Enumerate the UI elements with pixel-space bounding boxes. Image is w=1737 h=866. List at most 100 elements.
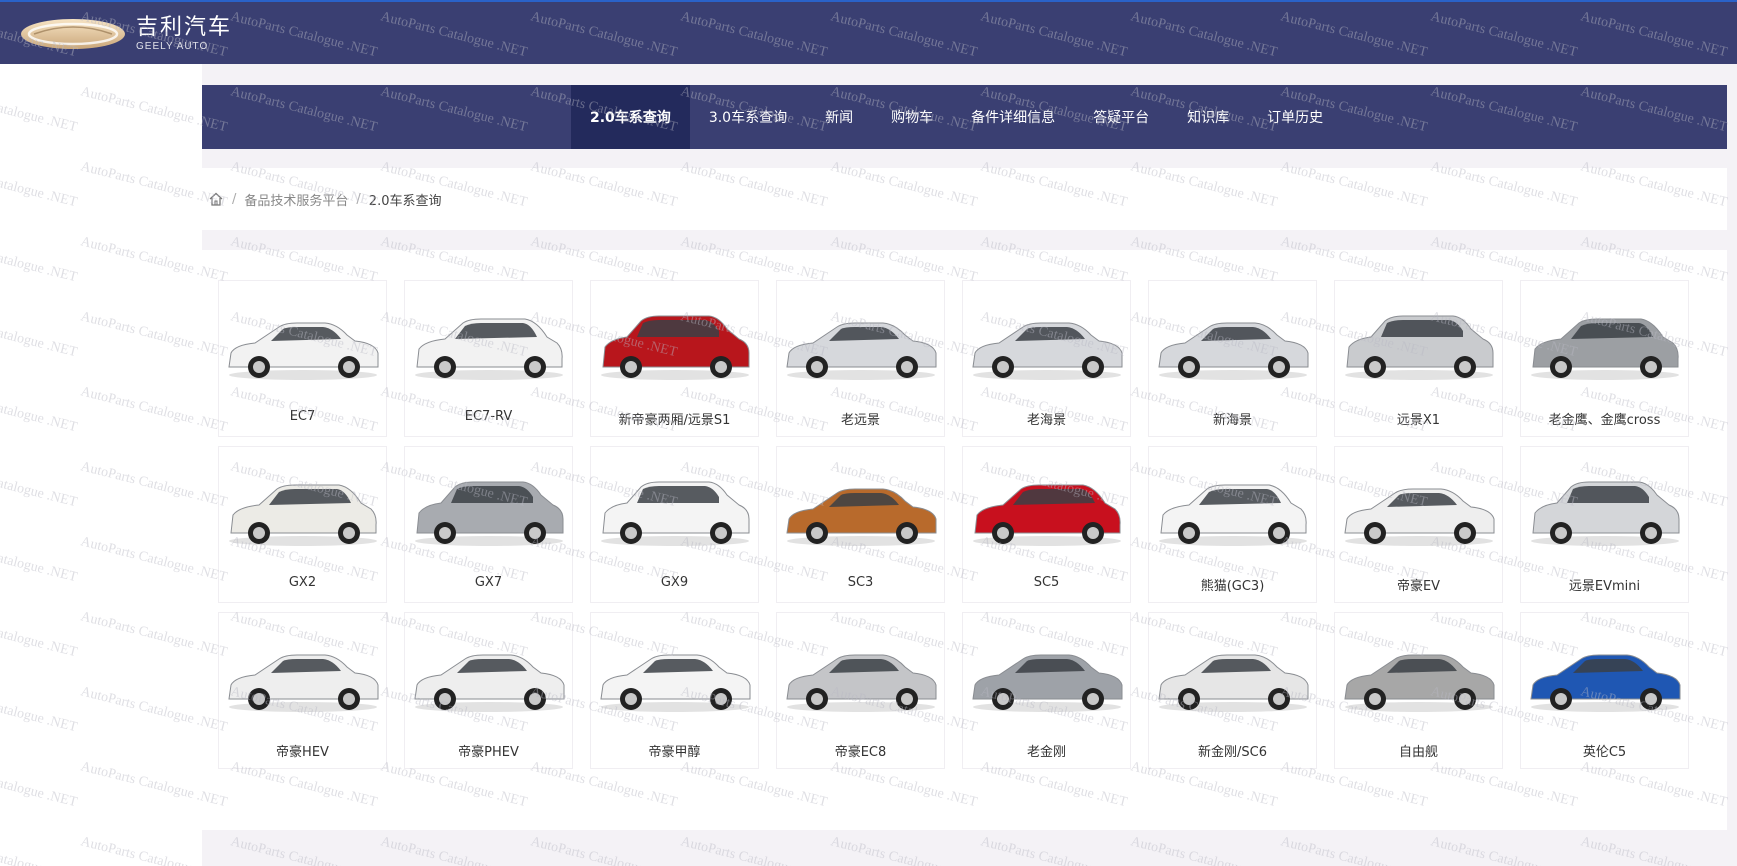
car-series-card[interactable]: 帝豪EC8 — [776, 612, 945, 769]
car-series-card[interactable]: SC5 — [962, 446, 1131, 603]
car-series-name: GX9 — [660, 575, 689, 590]
car-series-name: 老远景 — [840, 413, 880, 428]
breadcrumb-separator: / — [232, 191, 237, 207]
breadcrumb: / 备品技术服务平台 / 2.0车系查询 — [202, 168, 1727, 230]
car-series-name: SC3 — [847, 575, 874, 590]
car-image — [1157, 322, 1308, 380]
car-series-card[interactable]: 帝豪PHEV — [404, 612, 573, 769]
nav-item[interactable]: 3.0车系查询 — [690, 85, 806, 149]
car-series-card[interactable]: 帝豪EV — [1334, 446, 1503, 603]
watermark-text: AutoParts Catalogue .NET — [0, 234, 79, 285]
car-series-name: SC5 — [1033, 575, 1060, 590]
breadcrumb-current: 2.0车系查询 — [368, 193, 442, 209]
car-image — [414, 318, 563, 380]
car-series-name: 帝豪EV — [1396, 579, 1441, 594]
car-series-card[interactable]: EC7 — [218, 280, 387, 437]
car-series-card[interactable]: 新帝豪两厢/远景S1 — [590, 280, 759, 437]
car-image — [971, 322, 1122, 380]
car-image — [785, 654, 936, 712]
watermark-text: AutoParts Catalogue .NET — [0, 84, 79, 135]
car-image — [1344, 315, 1493, 380]
car-image — [971, 654, 1122, 712]
car-image — [414, 481, 563, 546]
car-series-grid: EC7 EC7-RV 新帝豪两厢/远景S1 老远景 老海景 新海景 远景X1 老金鹰、金鹰cr… — [218, 280, 1689, 769]
watermark-text: AutoParts Catalogue .NET — [0, 834, 79, 866]
geely-badge-icon — [21, 19, 125, 49]
car-series-card[interactable]: 老海景 — [962, 280, 1131, 437]
car-series-card[interactable]: SC3 — [776, 446, 945, 603]
car-image — [227, 654, 378, 712]
watermark-text: AutoParts Catalogue .NET — [0, 309, 79, 360]
car-image — [785, 488, 936, 546]
car-series-card[interactable]: 远景X1 — [1334, 280, 1503, 437]
car-series-name: 帝豪PHEV — [458, 745, 519, 760]
car-series-name: 老海景 — [1026, 413, 1066, 428]
home-icon[interactable] — [208, 191, 224, 207]
right-gutter — [1727, 150, 1737, 866]
car-image — [1343, 654, 1494, 712]
car-image — [1530, 318, 1679, 380]
car-series-card[interactable]: GX7 — [404, 446, 573, 603]
car-series-name: GX2 — [288, 575, 317, 590]
car-image — [228, 484, 377, 546]
watermark-text: AutoParts Catalogue .NET — [0, 759, 79, 810]
car-series-name: 新帝豪两厢/远景S1 — [618, 413, 731, 428]
car-image — [785, 322, 936, 380]
car-series-card[interactable]: 老远景 — [776, 280, 945, 437]
car-series-name: 帝豪HEV — [276, 745, 329, 760]
car-series-name: 远景X1 — [1396, 413, 1441, 428]
car-series-name: 英伦C5 — [1582, 745, 1627, 760]
car-series-card[interactable]: 老金鹰、金鹰cross — [1520, 280, 1689, 437]
car-series-name: EC7-RV — [464, 409, 513, 424]
nav-item[interactable]: 新闻 — [806, 85, 872, 149]
car-series-card[interactable]: 英伦C5 — [1520, 612, 1689, 769]
watermark-text: AutoParts Catalogue .NET — [0, 384, 79, 435]
nav-item[interactable]: 订单历史 — [1248, 85, 1342, 149]
watermark-text: AutoParts Catalogue .NET — [0, 534, 79, 585]
car-series-name: 自由舰 — [1398, 745, 1438, 760]
car-image — [1157, 654, 1308, 712]
car-image — [972, 484, 1121, 546]
car-series-name: 帝豪甲醇 — [648, 745, 701, 760]
car-series-card[interactable]: 远景EVmini — [1520, 446, 1689, 603]
car-series-card[interactable]: 自由舰 — [1334, 612, 1503, 769]
nav-item[interactable]: 2.0车系查询 — [571, 85, 690, 149]
car-image — [600, 315, 749, 380]
car-image — [599, 654, 750, 712]
car-series-name: 新海景 — [1212, 413, 1252, 428]
geely-logo[interactable]: 吉利汽车 GEELY AUTO — [20, 16, 232, 52]
car-series-card[interactable]: 帝豪HEV — [218, 612, 387, 769]
nav-item[interactable]: 购物车 — [872, 85, 952, 149]
top-header: 吉利汽车 GEELY AUTO — [0, 0, 1737, 64]
car-image — [1158, 484, 1307, 546]
car-image — [1343, 488, 1494, 546]
car-image — [1530, 481, 1679, 546]
car-series-card[interactable]: GX2 — [218, 446, 387, 603]
main-nav: 2.0车系查询 3.0车系查询 新闻 购物车 备件详细信息 答疑平台 知识库 订单历史 — [202, 85, 1727, 149]
breadcrumb-link-platform[interactable]: 备品技术服务平台 — [244, 190, 348, 209]
watermark-text: AutoParts Catalogue .NET — [0, 159, 79, 210]
car-series-card[interactable]: 帝豪甲醇 — [590, 612, 759, 769]
logo-chinese-text: 吉利汽车 — [136, 14, 233, 40]
car-image — [227, 322, 378, 380]
car-series-panel: EC7 EC7-RV 新帝豪两厢/远景S1 老远景 老海景 新海景 远景X1 老金鹰、金鹰cr… — [202, 250, 1727, 830]
car-series-card[interactable]: 新海景 — [1148, 280, 1317, 437]
car-series-card[interactable]: GX9 — [590, 446, 759, 603]
logo-english-text: GEELY AUTO — [136, 40, 209, 52]
car-series-card[interactable]: 老金刚 — [962, 612, 1131, 769]
nav-item[interactable]: 备件详细信息 — [952, 85, 1074, 149]
car-series-name: 新金刚/SC6 — [1198, 745, 1267, 760]
car-series-name: 熊猫(GC3) — [1200, 579, 1265, 594]
nav-items: 2.0车系查询 3.0车系查询 新闻 购物车 备件详细信息 答疑平台 知识库 订单历史 — [571, 85, 1342, 149]
nav-item[interactable]: 答疑平台 — [1074, 85, 1168, 149]
watermark-text: AutoParts Catalogue .NET — [0, 609, 79, 660]
car-series-card[interactable]: 熊猫(GC3) — [1148, 446, 1317, 603]
car-image — [1529, 654, 1680, 712]
car-series-name: 老金鹰、金鹰cross — [1548, 413, 1661, 428]
car-image — [413, 654, 564, 712]
nav-item[interactable]: 知识库 — [1168, 85, 1248, 149]
watermark-text: AutoParts Catalogue .NET — [0, 684, 79, 735]
car-series-card[interactable]: 新金刚/SC6 — [1148, 612, 1317, 769]
car-series-name: 远景EVmini — [1568, 579, 1641, 594]
car-series-card[interactable]: EC7-RV — [404, 280, 573, 437]
